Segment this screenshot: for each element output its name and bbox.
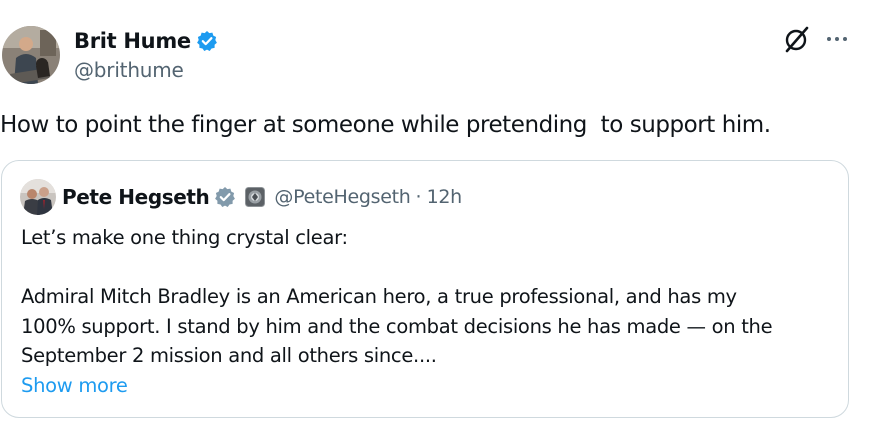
quoted-post-time[interactable]: 12h	[427, 186, 463, 208]
separator-dot: ·	[415, 186, 422, 208]
affiliate-badge-icon[interactable]	[245, 187, 266, 207]
quoted-author-handle[interactable]: @PeteHegseth	[274, 186, 410, 208]
author-avatar-image	[2, 26, 60, 84]
government-verified-icon	[215, 187, 236, 207]
quoted-text-line: 100% support. I stand by him and the com…	[21, 315, 773, 338]
author-avatar[interactable]	[2, 26, 60, 84]
author-handle[interactable]: @brithume	[74, 57, 184, 83]
quoted-author-name[interactable]: Pete Hegseth	[62, 185, 210, 209]
author-name-row[interactable]: Brit Hume	[74, 28, 218, 54]
grok-icon[interactable]	[784, 25, 810, 53]
quoted-post-header: Pete Hegseth @PeteHegseth · 12h	[62, 183, 462, 211]
verified-badge-icon	[196, 31, 217, 51]
post-text: How to point the finger at someone while…	[0, 112, 771, 138]
author-name[interactable]: Brit Hume	[74, 28, 191, 54]
show-more-link[interactable]: Show more	[21, 371, 128, 401]
quoted-author-avatar[interactable]	[20, 179, 56, 215]
quoted-text-line: Admiral Mitch Bradley is an American her…	[21, 285, 737, 308]
quoted-text-line: September 2 mission and all others since…	[21, 344, 437, 367]
quoted-avatar-image	[20, 179, 56, 215]
quoted-text-line: Let’s make one thing crystal clear:	[21, 226, 348, 249]
more-options-icon[interactable]	[824, 28, 850, 50]
quoted-post-card[interactable]: Pete Hegseth @PeteHegseth · 12h Let’s ma…	[1, 160, 849, 418]
